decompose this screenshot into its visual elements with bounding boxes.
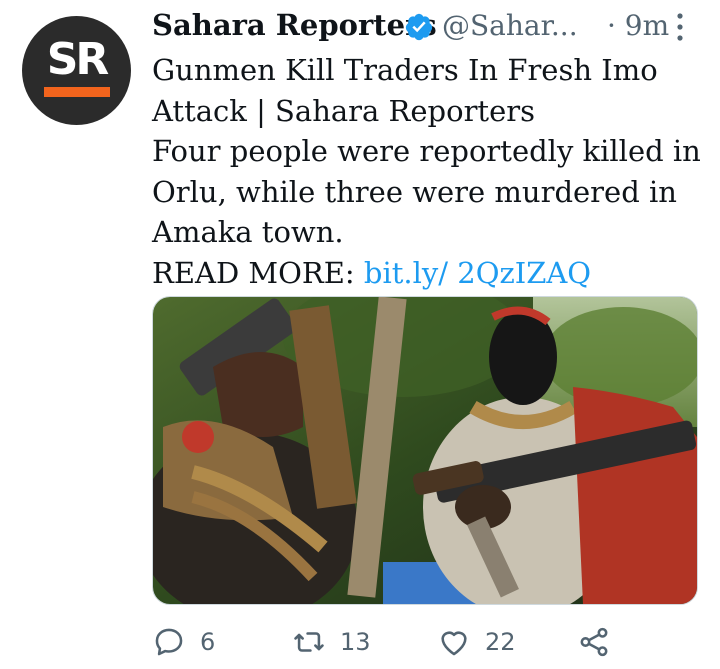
tweet-text-line: Orlu, while three were murdered in	[152, 174, 677, 209]
retweet-icon	[294, 632, 324, 652]
share-button[interactable]	[577, 620, 611, 664]
heart-icon	[441, 631, 467, 656]
tweet-text-line: Four people were reportedly killed in	[152, 134, 701, 168]
reply-button[interactable]: 6	[152, 620, 215, 664]
tweet-text-line: Gunmen Kill Traders In Fresh Imo	[152, 53, 658, 87]
read-more-line: READ MORE: bit.ly/ 2QzIZAQ	[152, 253, 707, 294]
read-more-label: READ MORE:	[152, 255, 364, 290]
share-icon	[580, 627, 608, 657]
retweet-count: 13	[340, 628, 371, 656]
tweet-link[interactable]: bit.ly/ 2QzIZAQ	[364, 256, 591, 290]
tweet-text: Gunmen Kill Traders In Fresh Imo Attack …	[152, 50, 707, 293]
avatar[interactable]: SR	[22, 16, 131, 125]
gunmen-photo-image	[153, 297, 697, 604]
avatar-logo-text: SR	[46, 34, 110, 85]
like-count: 22	[485, 628, 516, 656]
more-options-icon[interactable]	[670, 10, 690, 44]
retweet-button[interactable]: 13	[292, 620, 371, 664]
like-button[interactable]: 22	[437, 620, 516, 664]
tweet-actions: 6 13 22	[152, 620, 707, 664]
author-name[interactable]: Sahara Reporters	[152, 8, 437, 42]
reply-count: 6	[200, 628, 216, 656]
verified-badge-icon	[405, 13, 433, 41]
tweet-text-line: Attack | Sahara Reporters	[152, 93, 535, 128]
avatar-logo-bar	[44, 87, 110, 97]
reply-icon	[155, 628, 183, 656]
author-handle[interactable]: @Sahar...	[442, 9, 578, 42]
tweet-text-line: Amaka town.	[152, 215, 344, 249]
tweet-timestamp[interactable]: · 9m	[607, 9, 669, 42]
tweet-media-photo[interactable]	[152, 296, 698, 605]
tweet-header: Sahara Reporters @Sahar... · 9m	[152, 6, 707, 46]
